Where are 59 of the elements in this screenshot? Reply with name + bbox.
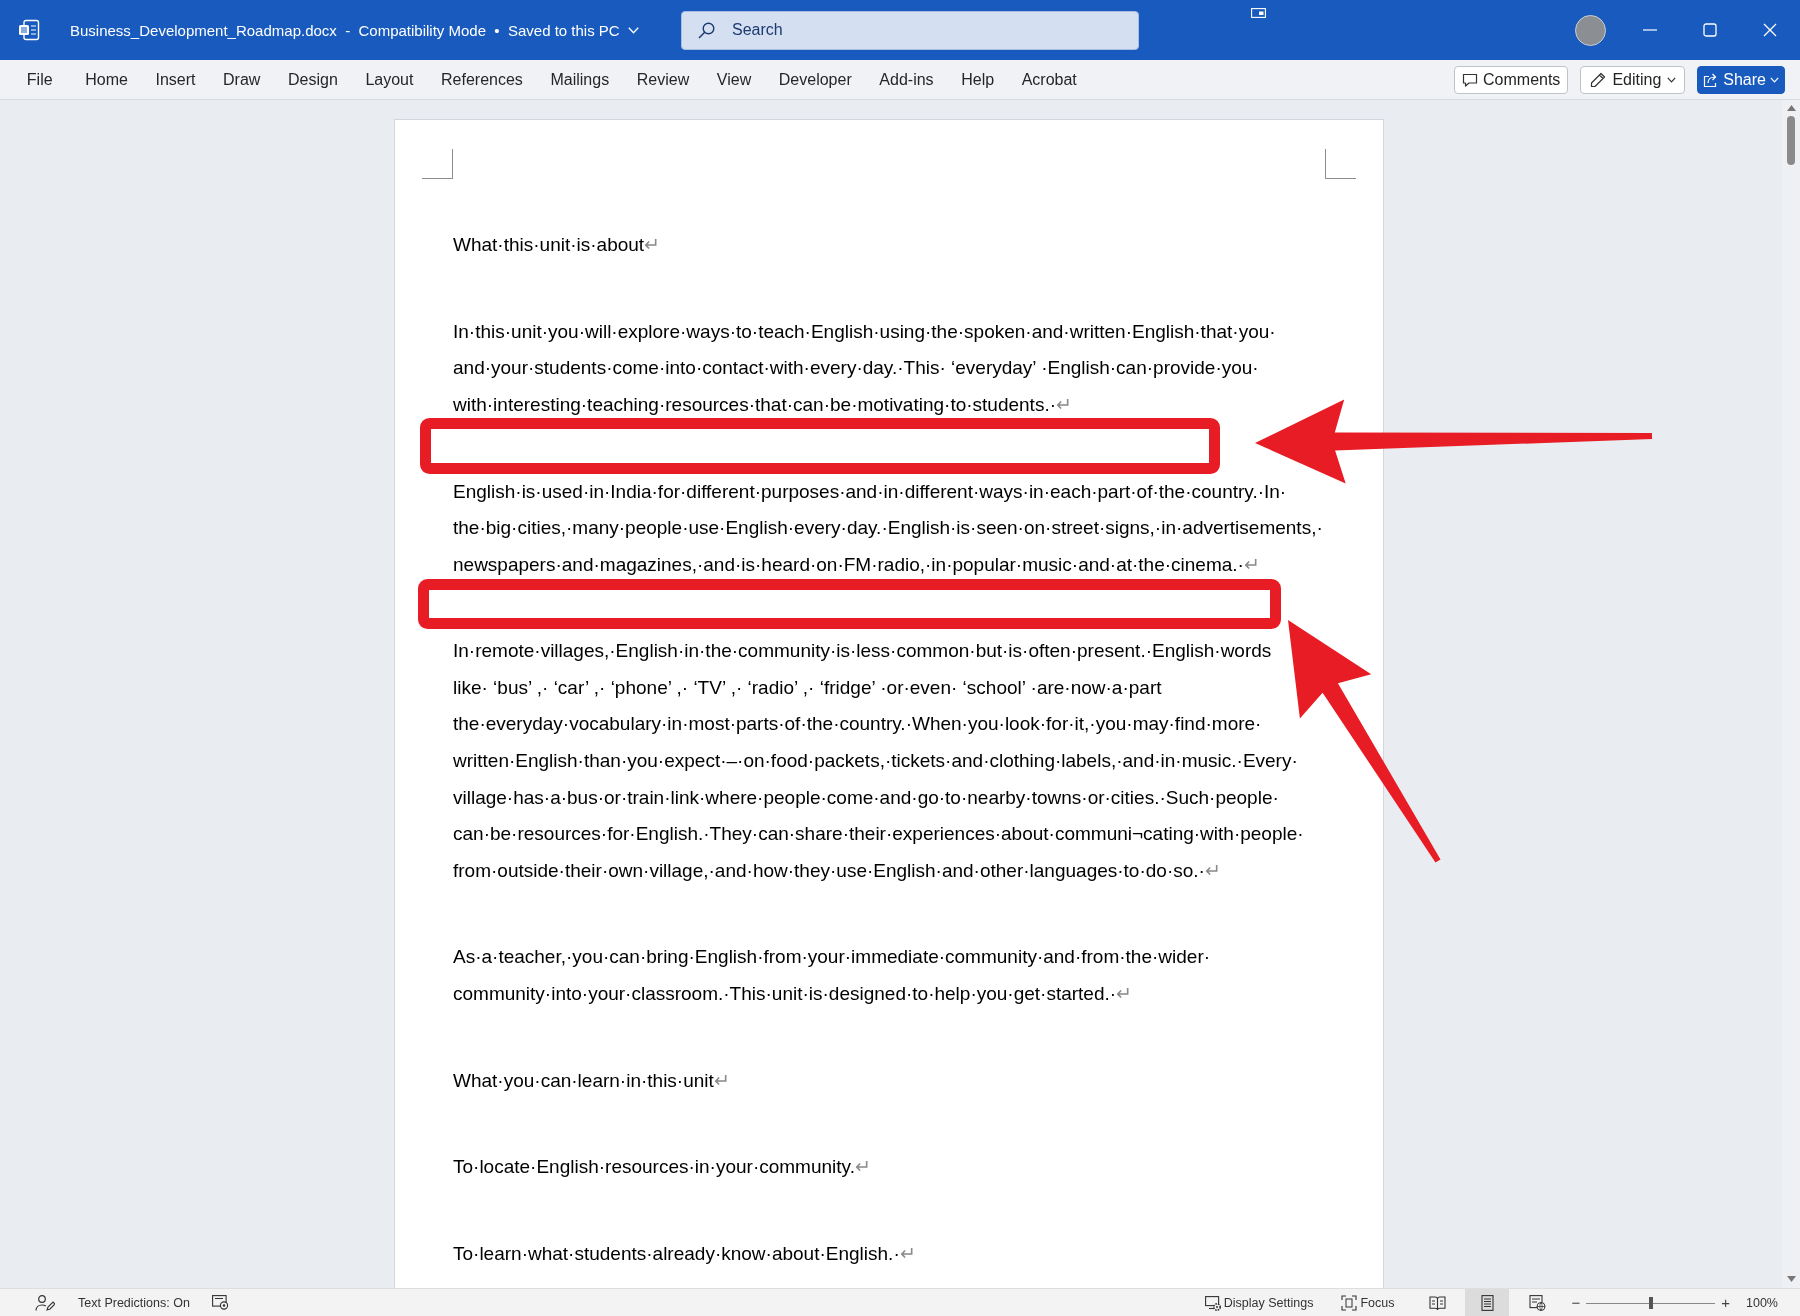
ribbon-tab[interactable]: View — [703, 63, 765, 96]
ribbon-tab[interactable]: Mailings — [536, 63, 623, 96]
web-page-icon — [1529, 1294, 1546, 1311]
document-title[interactable]: Business_Development_Roadmap.docx - Compatibility Mode • Saved to this PC — [70, 17, 639, 43]
pencil-icon — [1590, 71, 1607, 88]
ribbon-tab[interactable]: Review — [622, 63, 703, 96]
search-field[interactable]: Search — [681, 10, 1139, 50]
print-layout-button[interactable] — [1465, 1289, 1510, 1316]
document-paragraph: In·remote·villages,·English·in·the·community·is·less·common·but·is·often·present.·English·words like· ‘bus’ ,· ‘car’ ,· ‘phone’ ,· ‘TV’ ,· ‘radio’ ,· ‘fridge’ ·or·even· ‘school’ ·are·now·a·part the·everyday·vocabulary·in·most·parts·of·the·country.·When·you·look·for·it,·you·may·find·more· written·English·than·you·expect·–·on·food·packets,·tickets·and·clothing·labels,·and·in·music.·Every· village·has·a·bus·or·train·link·where·people·come·and·go·to·nearby·towns·or·cities.·Such·people· can·be·resources·for·English.·They·can·share·their·experiences·about·communi¬cating·with·people· from·outside·their·own·village,·and·how·they·use·English·and·other·languages·to·do·so.·↵ — [453, 639, 1305, 883]
focus-icon — [1341, 1294, 1358, 1311]
zoom-out-button[interactable]: − — [1569, 1294, 1583, 1311]
document-paragraph: To·locate·English·resources·in·your·community.↵ — [453, 1155, 872, 1180]
corner-mark-icon — [1325, 149, 1356, 179]
document-paragraph: In·this·unit·you·will·explore·ways·to·teach·English·using·the·spoken·and·written·English·that·you· and·your·students·come·into·contact·with·every·day.·This· ‘everyday’ ·English·can·provide·you· with·interesting·teaching·resources·that·can·be·motivating·to·students.·↵ — [453, 319, 1277, 417]
ribbon-tab[interactable]: Layout — [351, 63, 428, 96]
ribbon-tab[interactable]: Home — [71, 63, 142, 96]
zoom-level[interactable]: 100% — [1746, 1295, 1778, 1310]
ribbon-tab[interactable]: Add-ins — [865, 63, 948, 96]
document-icon[interactable] — [18, 19, 40, 41]
scroll-up-icon[interactable] — [1786, 105, 1796, 111]
document-paragraph: English·is·used·in·India·for·different·purposes·and·in·different·ways·in·each·part·of·the·country.·In· the·big·cities,·many·people·use·English·every·day.·English·is·seen·on·street·signs,·in·advertisements,· newspapers·and·magazines,·and·is·heard·on·FM·radio,·in·popular·music·and·at·the·cinema.·↵ — [453, 479, 1324, 577]
scroll-down-icon[interactable] — [1786, 1276, 1796, 1282]
zoom-slider-track[interactable] — [1586, 1296, 1716, 1309]
page-icon — [1479, 1294, 1496, 1311]
share-button[interactable]: Share — [1697, 65, 1785, 94]
close-icon — [1763, 23, 1777, 37]
ribbon-tab[interactable]: Insert — [141, 63, 210, 96]
ribbon-tab[interactable]: Design — [274, 63, 352, 96]
corner-mark-icon — [422, 149, 453, 179]
editing-button[interactable]: Editing — [1580, 65, 1686, 94]
monitor-gear-icon — [1204, 1294, 1221, 1311]
ribbon-tab[interactable]: Draw — [209, 63, 275, 96]
document-paragraph: What·this·unit·is·about↵ — [453, 233, 662, 257]
window-icon[interactable] — [1251, 8, 1266, 18]
ribbon-tab[interactable]: File — [13, 63, 67, 96]
text-predictions-status[interactable]: Text Predictions: On — [78, 1295, 190, 1310]
caret-icon — [1770, 76, 1779, 83]
caret-icon — [1667, 76, 1677, 83]
comments-button[interactable]: Comments — [1454, 65, 1569, 94]
display-settings-button[interactable]: Display Settings — [1204, 1294, 1314, 1311]
maximize-icon — [1703, 23, 1717, 37]
ribbon-tab[interactable]: Help — [947, 63, 1008, 96]
book-icon — [1429, 1294, 1446, 1311]
zoom-slider-thumb[interactable] — [1648, 1296, 1653, 1309]
ribbon-tab[interactable]: References — [427, 63, 537, 96]
document-paragraph: What·you·can·learn·in·this·unit↵ — [453, 1068, 731, 1093]
scrollbar-thumb[interactable] — [1787, 116, 1795, 165]
ribbon-tab[interactable]: Acrobat — [1007, 63, 1091, 96]
person-pen-icon[interactable] — [35, 1293, 55, 1312]
monitor-icon[interactable] — [211, 1295, 229, 1310]
focus-button[interactable]: Focus — [1341, 1294, 1395, 1311]
chevron-icon — [627, 26, 639, 34]
zoom-in-button[interactable]: + — [1719, 1294, 1732, 1311]
ribbon-tab[interactable]: Developer — [765, 63, 866, 96]
avatar[interactable] — [1575, 14, 1606, 46]
document-paragraph: As·a·teacher,·you·can·bring·English·from·your·immediate·community·and·from·the·wider· community·into·your·classroom.·This·unit·is·designed·to·help·you·get·started.·↵ — [453, 945, 1212, 1006]
search-icon — [698, 21, 715, 39]
comment-icon — [1462, 71, 1478, 88]
document-paragraph: To·learn·what·students·already·know·about·English.·↵ — [453, 1242, 917, 1267]
